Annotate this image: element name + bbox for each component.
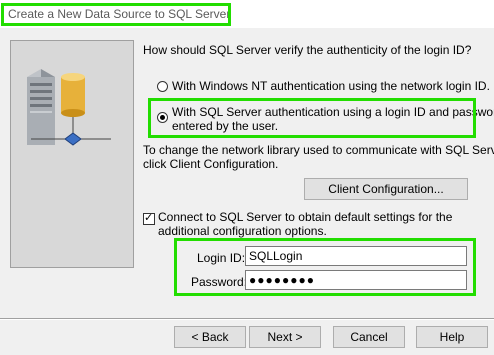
auth-question: How should SQL Server verify the authent… bbox=[143, 43, 472, 57]
sql-auth-highlight bbox=[148, 98, 476, 138]
radio-windows-auth[interactable] bbox=[157, 81, 168, 92]
back-button[interactable]: < Back bbox=[174, 326, 246, 348]
radio-windows-auth-label[interactable]: With Windows NT authentication using the… bbox=[172, 79, 490, 93]
connect-checkbox-label-line2[interactable]: additional configuration options. bbox=[158, 224, 327, 238]
network-info-line2: click Client Configuration. bbox=[143, 157, 279, 171]
help-button[interactable]: Help bbox=[416, 326, 488, 348]
server-database-icon bbox=[27, 69, 111, 146]
next-button[interactable]: Next > bbox=[249, 326, 321, 348]
footer-separator bbox=[0, 318, 494, 320]
cancel-button[interactable]: Cancel bbox=[333, 326, 405, 348]
connect-checkbox[interactable]: ✓ bbox=[143, 211, 155, 225]
title-highlight bbox=[1, 3, 231, 26]
side-image-panel bbox=[10, 40, 134, 268]
check-mark-icon: ✓ bbox=[144, 211, 154, 224]
client-configuration-button[interactable]: Client Configuration... bbox=[304, 178, 468, 200]
login-fields-highlight bbox=[174, 238, 476, 296]
network-info-line1: To change the network library used to co… bbox=[143, 143, 494, 157]
connect-checkbox-label-line1[interactable]: Connect to SQL Server to obtain default … bbox=[158, 210, 452, 224]
